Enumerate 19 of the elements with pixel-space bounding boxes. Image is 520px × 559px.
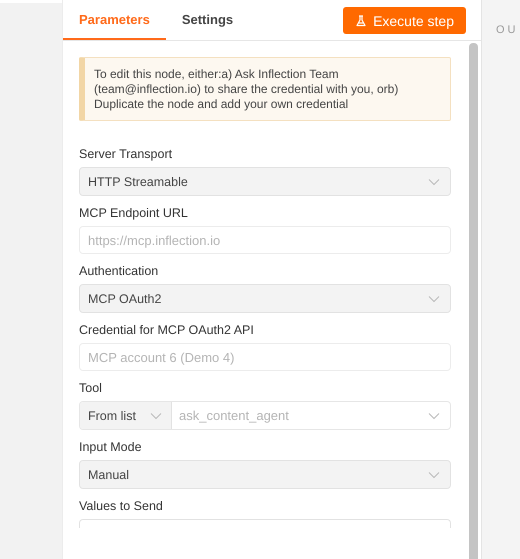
select-field[interactable]: MCP OAuth2: [79, 284, 451, 313]
field-label: Server Transport: [79, 147, 174, 161]
select-field[interactable]: HTTP Streamable: [79, 167, 451, 196]
input-field[interactable]: https://mcp.inflection.io: [79, 226, 451, 254]
field-label: Values to Send: [79, 499, 164, 513]
field-label: Tool: [79, 381, 103, 395]
flask-icon: [355, 14, 368, 26]
field-label: MCP Endpoint URL: [79, 206, 189, 220]
field-label: Input Mode: [79, 440, 143, 454]
notice-text: To edit this node, either:a) Ask Inflection Team (team@inflection.io) to share the credential with you, orb) Duplicate the node and add your own credential: [79, 57, 451, 121]
input-field[interactable]: [79, 519, 451, 528]
select-field[interactable]: Manual: [79, 460, 451, 489]
chevron-down-icon: [428, 294, 440, 302]
output-title: OU: [496, 24, 518, 36]
chevron-down-icon: [428, 178, 440, 186]
tab[interactable]: Settings: [166, 0, 250, 40]
field-label: Credential for MCP OAuth2 API: [79, 323, 255, 337]
field-label: Authentication: [79, 264, 160, 278]
chevron-down-icon: [428, 470, 440, 478]
